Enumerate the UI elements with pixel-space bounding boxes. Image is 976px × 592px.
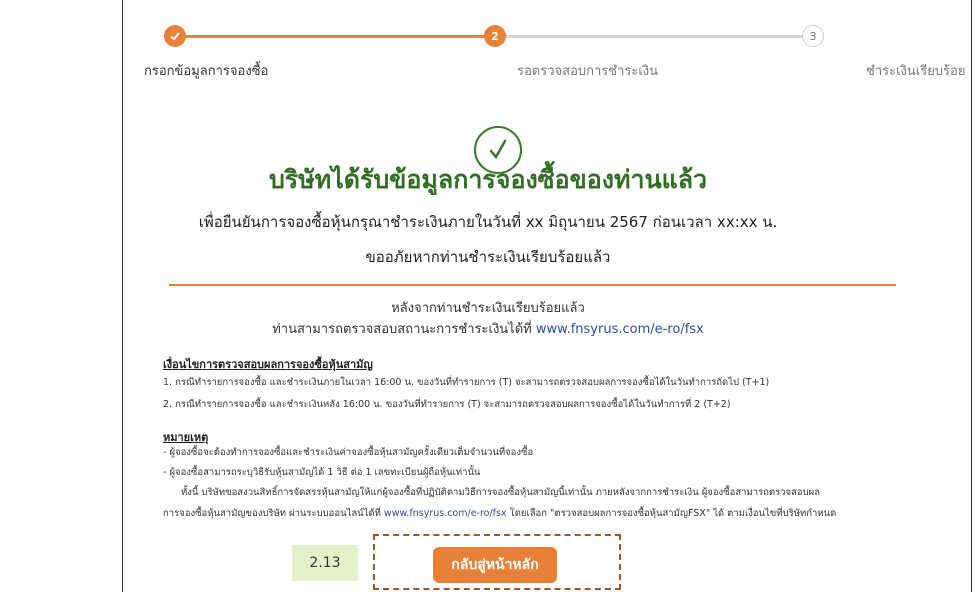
back-to-home-button[interactable]: กลับสู่หน้าหลัก: [433, 547, 557, 583]
page-frame: [122, 0, 972, 592]
status-check-link[interactable]: www.fnsyrus.com/e-ro/fsx: [536, 322, 704, 337]
note-last-suffix: โดยเลือก "ตรวจสอบผลการจองซื้อหุ้นสามัญFS…: [509, 508, 837, 519]
status-check-prefix: ท่านสามารถตรวจสอบสถานะการชำระเงินได้ที่: [272, 322, 532, 337]
step-3-label: ชำระเงินเรียบร้อย: [866, 64, 966, 79]
after-payment-text: หลังจากท่านชำระเงินเรียบร้อยแล้ว: [391, 301, 585, 316]
note-item-last: การจองซื้อหุ้นสามัญของบริษัท ผ่านระบบออน…: [163, 506, 836, 521]
step-2-indicator: 2: [484, 25, 506, 47]
condition-item: 1. กรณีทำรายการจองซื้อ และชำระเงินภายในเ…: [163, 377, 770, 388]
results-check-link[interactable]: www.fnsyrus.com/e-ro/fsx: [384, 508, 507, 519]
conditions-heading: เงื่อนไขการตรวจสอบผลการจองซื้อหุ้นสามัญ: [163, 358, 373, 371]
stepper-pending-line: [500, 35, 810, 38]
note-item: ทั้งนี้ บริษัทขอสงวนสิทธิ์การจัดสรรหุ้นส…: [181, 487, 821, 498]
step-3-indicator: 3: [802, 25, 824, 47]
note-last-prefix: การจองซื้อหุ้นสามัญของบริษัท ผ่านระบบออน…: [163, 508, 381, 519]
status-check-text: ท่านสามารถตรวจสอบสถานะการชำระเงินได้ที่ …: [0, 318, 976, 339]
annotation-badge: 2.13: [292, 545, 358, 581]
step-1-label: กรอกข้อมูลการจองซื้อ: [144, 64, 269, 79]
note-item: - ผู้จองซื้อสามารถระบุวิธีรับหุ้นสามัญได…: [163, 467, 481, 478]
section-divider: [169, 284, 896, 286]
step-1-check-icon: [164, 25, 186, 47]
stepper-progress-line: [175, 35, 495, 38]
apology-text: ขออภัยหากท่านชำระเงินเรียบร้อยแล้ว: [365, 248, 611, 266]
note-item: - ผู้จองซื้อจะต้องทำการจองซื้อและชำระเงิ…: [163, 447, 534, 458]
payment-deadline-text: เพื่อยืนยันการจองซื้อหุ้นกรุณาชำระเงินภา…: [198, 213, 778, 231]
confirmation-title: บริษัทได้รับข้อมูลการจองซื้อของท่านแล้ว: [268, 165, 708, 194]
step-2-label: รอตรวจสอบการชำระเงิน: [517, 64, 659, 79]
notes-heading: หมายเหตุ: [163, 431, 209, 444]
condition-item: 2. กรณีทำรายการจองซื้อ และชำระเงินหลัง 1…: [163, 399, 731, 410]
